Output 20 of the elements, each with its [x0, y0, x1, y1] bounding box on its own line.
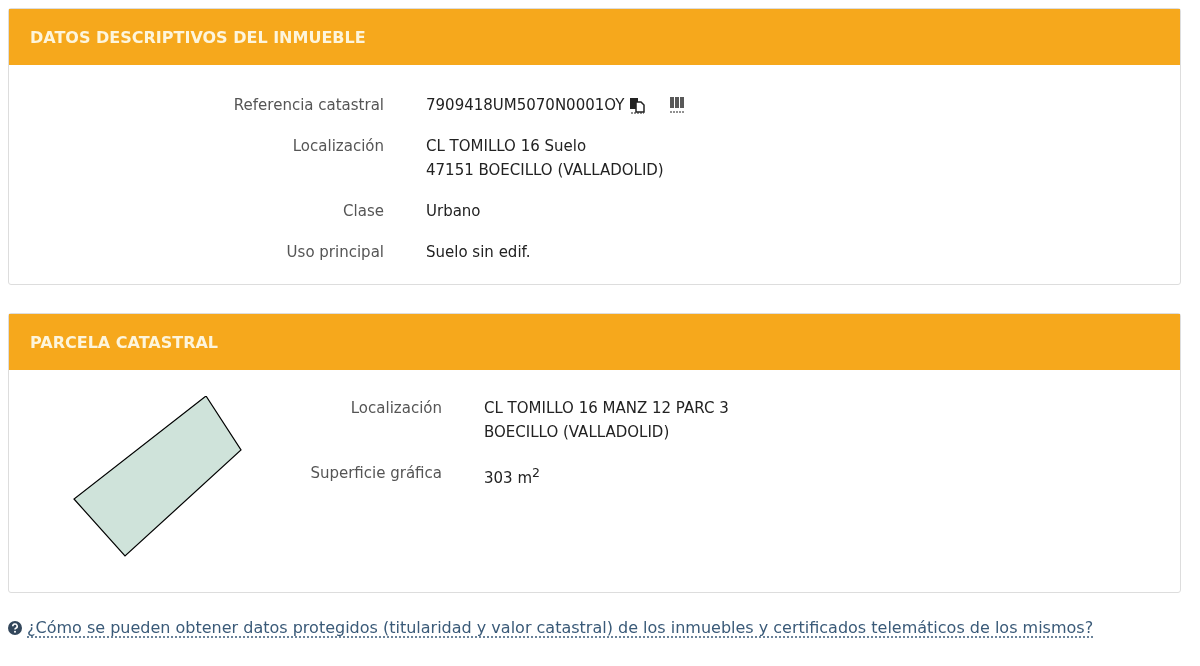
help-link[interactable]: ¿Cómo se pueden obtener datos protegidos (titularidad y valor catastral) de los inmuebles y certificados telemáticos de los mismos? [27, 618, 1094, 637]
field-label: Localización [291, 136, 384, 157]
field-value: 7909418UM5070N0001OY [426, 95, 625, 116]
field-label: Superficie gráfica [309, 463, 442, 484]
help-icon [8, 620, 22, 635]
field-value: BOECILLO (VALLADOLID) [484, 422, 670, 443]
field-value: Suelo sin edif. [426, 242, 531, 263]
field-value: 47151 BOECILLO (VALLADOLID) [426, 160, 664, 181]
field-value: 303 m$^{2}$ [484, 464, 540, 489]
field-label: Localización [349, 398, 442, 419]
field-value: CL TOMILLO 16 Suelo [426, 136, 587, 157]
field-value: Urbano [426, 201, 481, 222]
panel-header: PARCELA CATASTRAL [9, 314, 1180, 370]
barcode-icon[interactable] [668, 96, 687, 114]
field-value: CL TOMILLO 16 MANZ 12 PARC 3 [484, 398, 729, 419]
field-label: Referencia catastral [232, 95, 384, 116]
copy-icon[interactable] [628, 96, 647, 114]
field-label: Clase [342, 201, 384, 222]
field-label: Uso principal [285, 242, 384, 263]
panel-header: DATOS DESCRIPTIVOS DEL INMUEBLE [9, 9, 1180, 65]
